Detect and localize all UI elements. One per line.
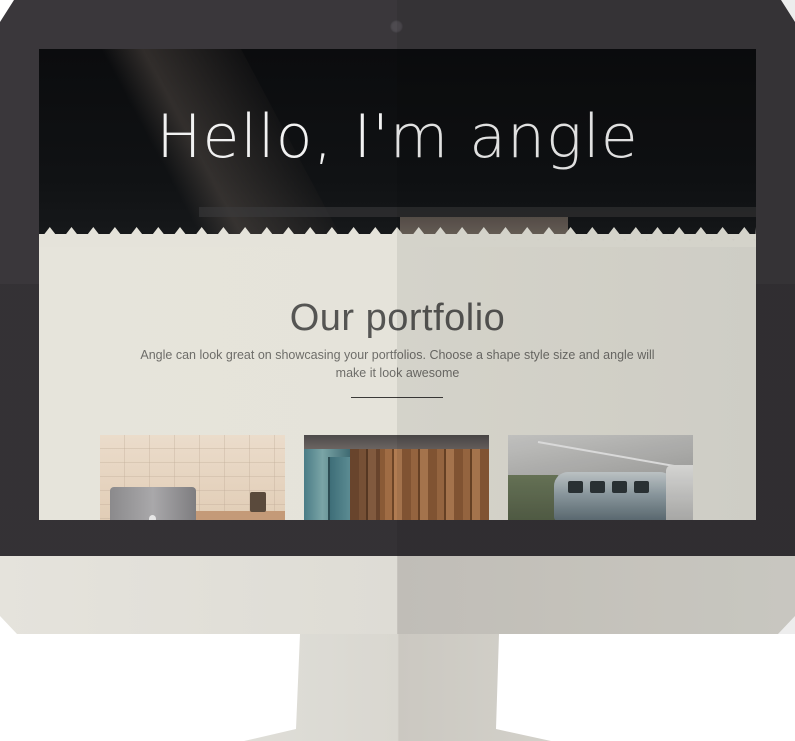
thumbnail-desk — [195, 511, 285, 520]
thumbnail-grass — [508, 475, 558, 520]
hero-title: Hello, I'm angle — [156, 102, 639, 172]
portfolio-thumbnail-shed[interactable] — [304, 435, 489, 520]
portfolio-thumbnail-van[interactable] — [508, 435, 693, 520]
portfolio-thumbnail-laptop[interactable] — [100, 435, 285, 520]
monitor-chin — [0, 556, 795, 634]
van-window — [612, 481, 627, 493]
monitor-stand — [244, 634, 551, 741]
thumbnail-planks-shadow — [350, 449, 380, 520]
thumbnail-van — [554, 472, 674, 520]
portfolio-section: Our portfolio Angle can look great on sh… — [39, 239, 756, 520]
monitor-screen: Hello, I'm angle Our portfolio Angle can… — [39, 49, 756, 520]
thumbnail-roof — [304, 435, 489, 449]
thumbnail-second-car — [666, 465, 693, 520]
camera-icon — [390, 20, 403, 33]
van-window — [634, 481, 649, 493]
van-window — [568, 481, 583, 493]
thumbnail-door-frame — [328, 457, 352, 520]
zigzag-edge — [39, 227, 756, 247]
portfolio-title: Our portfolio — [289, 297, 506, 339]
thumbnail-cup — [250, 492, 266, 512]
hero-section: Hello, I'm angle — [39, 49, 756, 234]
portfolio-description: Angle can look great on showcasing your … — [140, 348, 655, 380]
section-divider — [351, 397, 443, 398]
hero-background-ceiling — [199, 207, 756, 217]
apple-logo-icon — [149, 515, 156, 520]
thumbnail-laptop — [110, 487, 196, 520]
van-window — [590, 481, 605, 493]
monitor-mockup: Hello, I'm angle Our portfolio Angle can… — [0, 0, 795, 741]
